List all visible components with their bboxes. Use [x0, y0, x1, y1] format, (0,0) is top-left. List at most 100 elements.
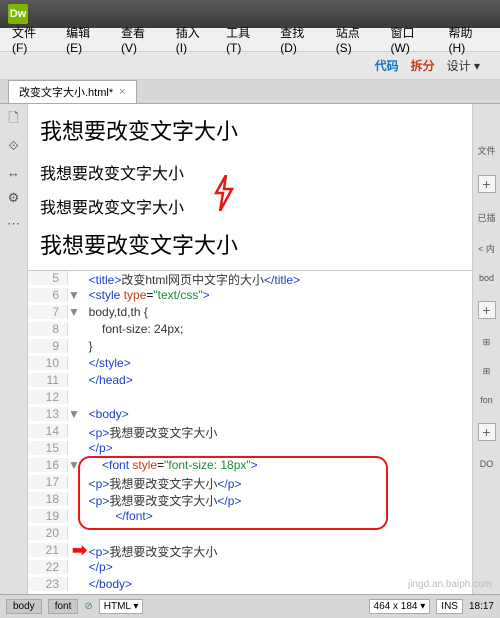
code-content[interactable]: </p>	[80, 441, 113, 455]
code-line[interactable]: 12	[28, 390, 472, 407]
tools-icon[interactable]: ⚙	[6, 190, 22, 206]
line-number: 21	[28, 543, 68, 557]
fold-toggle-icon[interactable]: ▼	[68, 407, 80, 421]
line-number: 7	[28, 305, 68, 319]
menubar: 文件(F)编辑(E)查看(V)插入(I)工具(T)查找(D)站点(S)窗口(W)…	[0, 28, 500, 52]
menu-item[interactable]: 插入(I)	[168, 24, 218, 55]
code-content[interactable]: }	[80, 339, 93, 353]
line-number: 6	[28, 288, 68, 302]
files-panel-tab[interactable]: 文件	[477, 144, 495, 157]
menu-item[interactable]: 窗口(W)	[383, 24, 441, 55]
menu-item[interactable]: 工具(T)	[218, 24, 272, 55]
menu-item[interactable]: 编辑(E)	[58, 24, 113, 55]
line-number: 20	[28, 526, 68, 540]
code-content[interactable]: <p>我想要改变文字大小</p>	[80, 475, 241, 492]
plus-button[interactable]: +	[478, 175, 496, 193]
line-number: 13	[28, 407, 68, 421]
preview-line-1: 我想要改变文字大小	[40, 114, 460, 146]
plus-button-2[interactable]: +	[478, 301, 496, 319]
panel-icon-1[interactable]: ⊞	[483, 337, 491, 348]
code-content[interactable]: </font>	[80, 509, 153, 523]
menu-item[interactable]: 查看(V)	[113, 24, 168, 55]
code-content[interactable]: body,td,th {	[80, 305, 148, 319]
menu-item[interactable]: 帮助(H)	[441, 24, 496, 55]
expand-icon[interactable]: ↔	[6, 164, 22, 180]
code-content[interactable]: </body>	[80, 577, 132, 591]
code-line[interactable]: 20	[28, 526, 472, 543]
code-editor[interactable]: ➡ 5 <title>改变html网页中文字的大小</title>6▼ <sty…	[28, 271, 472, 594]
code-line[interactable]: 23 </body>	[28, 577, 472, 594]
line-number: 22	[28, 560, 68, 574]
menu-item[interactable]: 查找(D)	[272, 24, 327, 55]
close-tab-icon[interactable]: ×	[119, 86, 125, 98]
dimensions-selector[interactable]: 464 x 184 ▾	[369, 599, 431, 614]
code-line[interactable]: 18 <p>我想要改变文字大小</p>	[28, 492, 472, 509]
code-line[interactable]: 17 <p>我想要改变文字大小</p>	[28, 475, 472, 492]
line-number: 23	[28, 577, 68, 591]
code-line[interactable]: 14 <p>我想要改变文字大小	[28, 424, 472, 441]
fold-toggle-icon[interactable]: ▼	[68, 288, 80, 302]
panel-icon-2[interactable]: ⊞	[483, 366, 491, 377]
document-tab[interactable]: 改变文字大小.html* ×	[8, 80, 137, 103]
line-number: 8	[28, 322, 68, 336]
breadcrumb-body[interactable]: body	[6, 599, 42, 614]
code-line[interactable]: 16▼ <font style="font-size: 18px">	[28, 458, 472, 475]
line-number: 18	[28, 492, 68, 506]
font-label: fon	[480, 395, 493, 405]
design-view-button[interactable]: 设计 ▾	[447, 57, 480, 74]
line-number: 14	[28, 424, 68, 438]
line-number: 11	[28, 373, 68, 387]
code-line[interactable]: 7▼ body,td,th {	[28, 305, 472, 322]
body-label: bod	[479, 273, 494, 283]
format-icon[interactable]: ⟐	[6, 138, 22, 154]
watermark: jingd.an.baiph.com	[408, 579, 492, 590]
code-content[interactable]: </style>	[80, 356, 131, 370]
code-content[interactable]: <p>我想要改变文字大小	[80, 543, 217, 560]
code-content[interactable]: <style type="text/css">	[80, 288, 210, 302]
dom-panel-label[interactable]: < 内	[478, 242, 495, 255]
right-panel-rail: 文件 + 已插 < 内 bod + ⊞ ⊞ fon + DO	[472, 104, 500, 594]
time-display: 18:17	[469, 601, 494, 612]
preview-line-3: 我想要改变文字大小	[40, 194, 460, 218]
tab-bar: 改变文字大小.html* ×	[0, 80, 500, 104]
line-number: 17	[28, 475, 68, 489]
code-content[interactable]: <title>改变html网页中文字的大小</title>	[80, 271, 300, 288]
menu-item[interactable]: 文件(F)	[4, 24, 58, 55]
preview-line-4: 我想要改变文字大小	[40, 228, 460, 260]
code-line[interactable]: 10 </style>	[28, 356, 472, 373]
code-line[interactable]: 9 }	[28, 339, 472, 356]
code-line[interactable]: 6▼ <style type="text/css">	[28, 288, 472, 305]
code-line[interactable]: 8 font-size: 24px;	[28, 322, 472, 339]
code-line[interactable]: 21 <p>我想要改变文字大小	[28, 543, 472, 560]
code-view-button[interactable]: 代码	[375, 57, 399, 74]
code-content[interactable]: </head>	[80, 373, 133, 387]
insert-panel-tab[interactable]: 已插	[477, 211, 495, 224]
live-preview[interactable]: 我想要改变文字大小 我想要改变文字大小 我想要改变文字大小 我想要改变文字大小	[28, 104, 472, 271]
more-icon[interactable]: ⋯	[6, 216, 22, 232]
code-content[interactable]: <body>	[80, 407, 129, 421]
status-bar: body font ⊘ HTML ▾ 464 x 184 ▾ INS 18:17	[0, 594, 500, 618]
tab-label: 改变文字大小.html*	[19, 84, 113, 100]
dom-label[interactable]: DO	[480, 459, 494, 469]
code-line[interactable]: 22 </p>	[28, 560, 472, 577]
check-icon[interactable]: ⊘	[84, 601, 92, 612]
code-line[interactable]: 13▼ <body>	[28, 407, 472, 424]
split-view-button[interactable]: 拆分	[411, 57, 435, 74]
code-line[interactable]: 11 </head>	[28, 373, 472, 390]
code-line[interactable]: 5 <title>改变html网页中文字的大小</title>	[28, 271, 472, 288]
code-line[interactable]: 19 </font>	[28, 509, 472, 526]
code-content[interactable]: <p>我想要改变文字大小</p>	[80, 492, 241, 509]
fold-toggle-icon[interactable]: ▼	[68, 458, 80, 472]
code-line[interactable]: 15 </p>	[28, 441, 472, 458]
language-selector[interactable]: HTML ▾	[99, 599, 144, 614]
menu-item[interactable]: 站点(S)	[328, 24, 383, 55]
code-content[interactable]: </p>	[80, 560, 113, 574]
fold-toggle-icon[interactable]: ▼	[68, 305, 80, 319]
file-mgmt-icon[interactable]: 🗋	[6, 112, 22, 128]
code-content[interactable]: <p>我想要改变文字大小	[80, 424, 217, 441]
breadcrumb-font[interactable]: font	[48, 599, 79, 614]
code-content[interactable]: <font style="font-size: 18px">	[80, 458, 258, 472]
insert-mode[interactable]: INS	[436, 599, 463, 614]
plus-button-3[interactable]: +	[478, 423, 496, 441]
code-content[interactable]: font-size: 24px;	[80, 322, 183, 336]
